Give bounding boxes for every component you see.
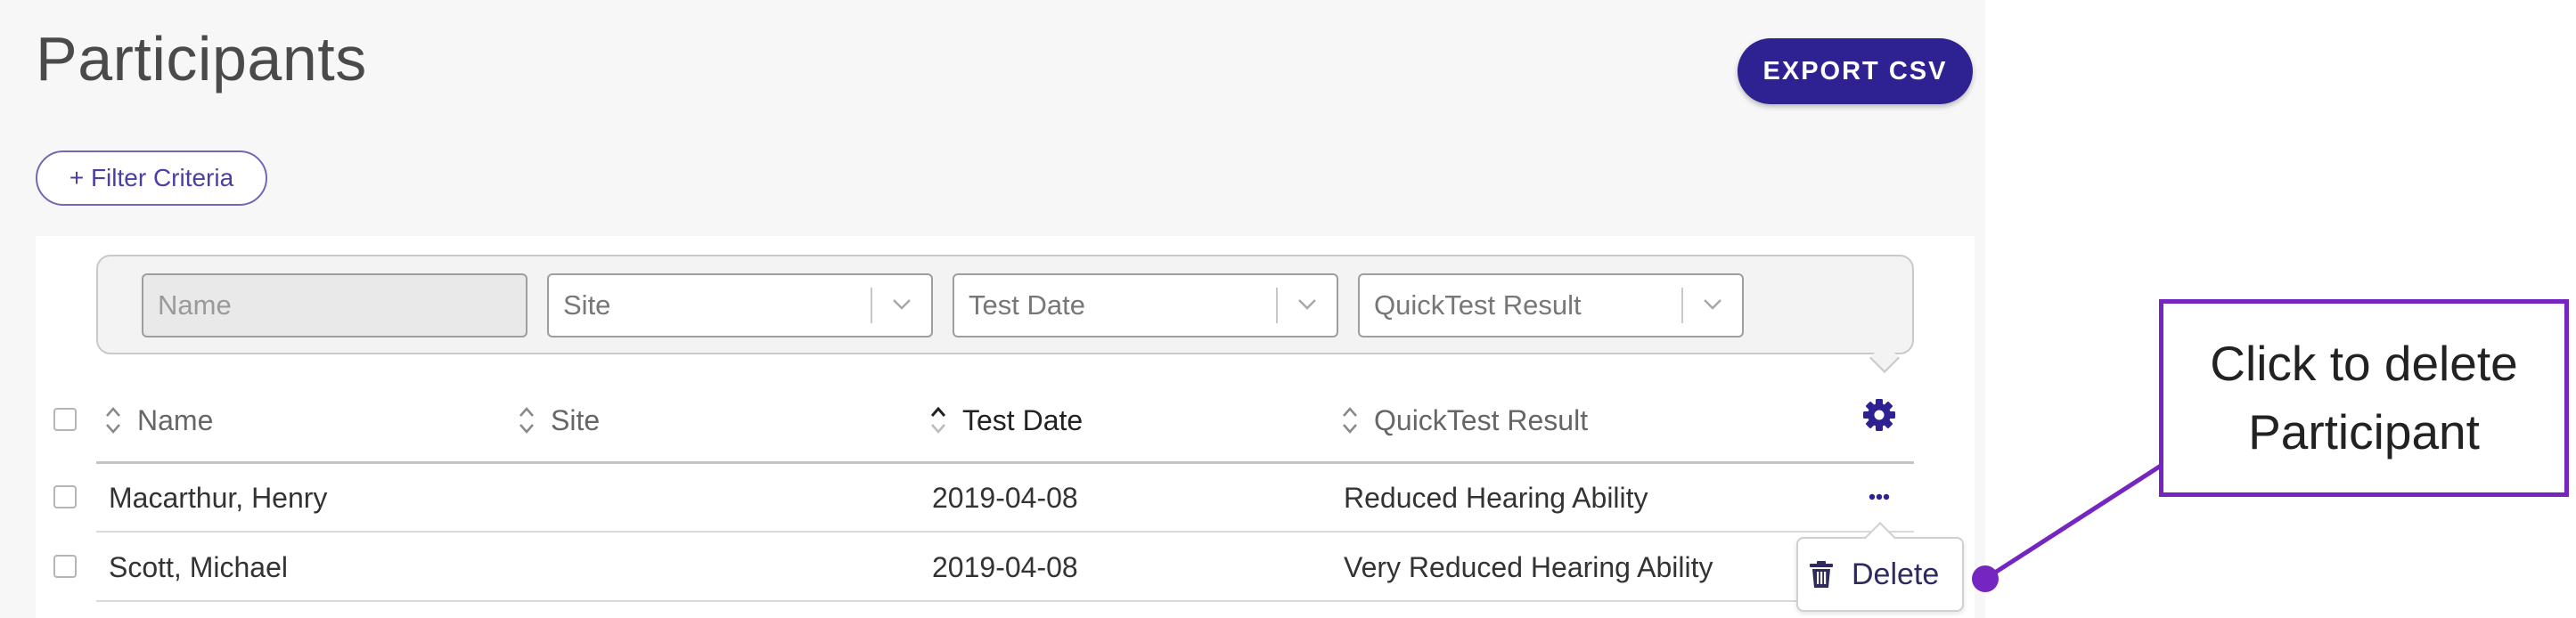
select-separator	[871, 288, 872, 323]
export-csv-button[interactable]: EXPORT CSV	[1738, 38, 1973, 104]
delete-menu-item[interactable]: Delete	[1809, 554, 1939, 595]
row-checkbox[interactable]	[53, 555, 77, 578]
row-divider	[96, 600, 1914, 602]
chevron-down-icon	[893, 299, 911, 310]
chevron-down-icon	[1704, 299, 1721, 310]
cell-quicktest-result: Reduced Hearing Ability	[1344, 482, 1648, 514]
select-separator	[1681, 288, 1683, 323]
quicktest-filter-select[interactable]: QuickTest Result	[1358, 273, 1744, 337]
select-all-checkbox[interactable]	[53, 408, 77, 431]
cell-name: Macarthur, Henry	[109, 482, 328, 514]
site-filter-label: Site	[563, 289, 611, 321]
column-header-label: Test Date	[962, 403, 1084, 436]
name-filter-input[interactable]: Name	[142, 273, 527, 337]
sort-icon	[106, 407, 120, 434]
cell-name: Scott, Michael	[109, 551, 288, 583]
annotation-callout: Click to delete Participant	[2159, 299, 2569, 497]
cell-quicktest-result: Very Reduced Hearing Ability	[1344, 551, 1713, 583]
column-header-label: Site	[551, 403, 601, 436]
site-filter-select[interactable]: Site	[547, 273, 933, 337]
column-header-label: Name	[137, 403, 214, 436]
trash-icon	[1810, 561, 1833, 588]
column-header-quicktest-result[interactable]: QuickTest Result	[1340, 403, 1588, 438]
test-date-filter-label: Test Date	[969, 289, 1085, 321]
delete-label: Delete	[1852, 557, 1940, 591]
cell-test-date: 2019-04-08	[932, 551, 1078, 583]
column-header-site[interactable]: Site	[517, 403, 600, 438]
app-window: Participants EXPORT CSV + Filter Criteri…	[0, 0, 1985, 618]
column-header-label: QuickTest Result	[1374, 403, 1589, 436]
sort-ascending-icon	[930, 406, 946, 434]
row-checkbox[interactable]	[53, 485, 77, 508]
annotation-line-1: Click to delete	[2210, 336, 2518, 391]
sort-icon	[519, 407, 534, 434]
sort-icon	[1343, 407, 1357, 434]
annotation-line-2: Participant	[2248, 404, 2480, 459]
header-divider	[96, 461, 1914, 464]
page-title: Participants	[36, 24, 367, 94]
quicktest-filter-label: QuickTest Result	[1374, 289, 1582, 321]
cell-test-date: 2019-04-08	[932, 482, 1078, 514]
chevron-down-icon	[1298, 299, 1316, 310]
column-header-test-date[interactable]: Test Date	[928, 403, 1083, 438]
column-header-name[interactable]: Name	[103, 403, 213, 438]
test-date-filter-select[interactable]: Test Date	[953, 273, 1338, 337]
row-divider	[96, 531, 1914, 533]
gear-icon[interactable]	[1861, 397, 1897, 433]
more-dots-icon[interactable]	[1869, 492, 1890, 502]
filter-criteria-button[interactable]: + Filter Criteria	[36, 150, 267, 206]
select-separator	[1276, 288, 1278, 323]
